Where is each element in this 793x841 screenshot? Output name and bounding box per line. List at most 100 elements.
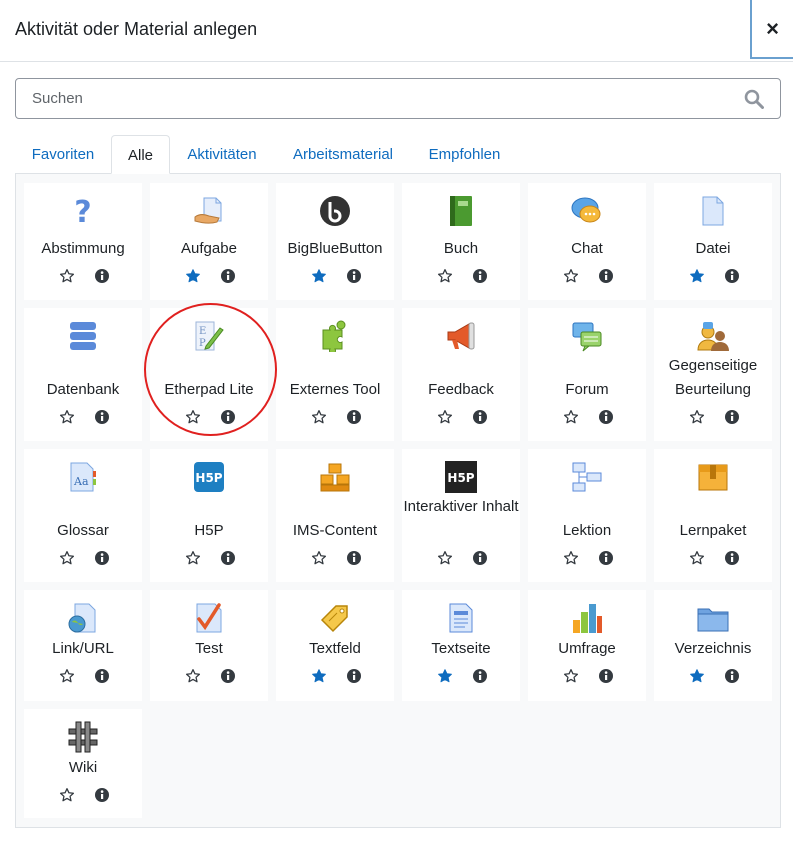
star-outline-icon[interactable]	[689, 550, 705, 566]
star-outline-icon[interactable]	[59, 268, 75, 284]
module-card-forum[interactable]: Forum	[528, 308, 646, 441]
tab-alle[interactable]: Alle	[111, 135, 170, 174]
tab-aktivitaeten[interactable]: Aktivitäten	[172, 135, 272, 174]
module-card-verzeichnis[interactable]: Verzeichnis	[654, 590, 772, 701]
info-icon[interactable]	[598, 668, 614, 684]
workshop-icon	[697, 320, 729, 352]
module-card-ims-content[interactable]: IMS-Content	[276, 449, 394, 582]
star-filled-icon[interactable]	[311, 668, 327, 684]
star-outline-icon[interactable]	[185, 409, 201, 425]
info-icon[interactable]	[472, 550, 488, 566]
star-filled-icon[interactable]	[689, 668, 705, 684]
info-icon[interactable]	[346, 550, 362, 566]
module-label: Buch	[443, 240, 479, 257]
tab-empfohlen[interactable]: Empfohlen	[414, 135, 515, 174]
star-outline-icon[interactable]	[563, 268, 579, 284]
info-icon[interactable]	[724, 409, 740, 425]
info-icon[interactable]	[220, 409, 236, 425]
module-card-aufgabe[interactable]: Aufgabe	[150, 183, 268, 300]
module-label: Textseite	[431, 640, 491, 657]
module-card-gegenseitige-beurteilung[interactable]: Gegenseitige Beurteilung	[654, 308, 772, 441]
close-button[interactable]: ×	[750, 0, 793, 59]
module-label: Textfeld	[309, 640, 361, 657]
module-card-etherpad-lite[interactable]: E P Etherpad Lite	[150, 308, 268, 441]
info-icon[interactable]	[472, 268, 488, 284]
module-label: Datenbank	[46, 381, 120, 398]
quiz-icon	[193, 602, 225, 634]
info-icon[interactable]	[94, 409, 110, 425]
tab-arbeitsmaterial[interactable]: Arbeitsmaterial	[272, 135, 414, 174]
module-card-abstimmung[interactable]: ? Abstimmung	[24, 183, 142, 300]
module-card-link-url[interactable]: Link/URL	[24, 590, 142, 701]
book-icon	[445, 195, 477, 227]
star-outline-icon[interactable]	[185, 668, 201, 684]
svg-text:?: ?	[74, 195, 91, 227]
info-icon[interactable]	[346, 409, 362, 425]
star-outline-icon[interactable]	[311, 409, 327, 425]
module-card-lernpaket[interactable]: Lernpaket	[654, 449, 772, 582]
module-card-buch[interactable]: Buch	[402, 183, 520, 300]
module-card-lektion[interactable]: Lektion	[528, 449, 646, 582]
info-icon[interactable]	[94, 268, 110, 284]
star-outline-icon[interactable]	[437, 550, 453, 566]
info-icon[interactable]	[724, 550, 740, 566]
info-icon[interactable]	[220, 668, 236, 684]
assignment-icon	[193, 195, 225, 227]
module-card-textfeld[interactable]: Textfeld	[276, 590, 394, 701]
star-outline-icon[interactable]	[185, 550, 201, 566]
star-outline-icon[interactable]	[437, 409, 453, 425]
star-outline-icon[interactable]	[59, 409, 75, 425]
info-icon[interactable]	[724, 668, 740, 684]
star-outline-icon[interactable]	[689, 409, 705, 425]
star-filled-icon[interactable]	[311, 268, 327, 284]
svg-text:Aa: Aa	[73, 475, 89, 488]
module-card-interaktiver-inhalt[interactable]: H5P Interaktiver Inhalt	[402, 449, 520, 582]
star-outline-icon[interactable]	[59, 668, 75, 684]
star-outline-icon[interactable]	[563, 550, 579, 566]
star-filled-icon[interactable]	[437, 668, 453, 684]
star-filled-icon[interactable]	[185, 268, 201, 284]
module-label: Gegenseitige Beurteilung	[668, 357, 758, 398]
info-icon[interactable]	[472, 668, 488, 684]
info-icon[interactable]	[598, 409, 614, 425]
star-outline-icon[interactable]	[311, 550, 327, 566]
module-card-bigbluebutton[interactable]: BigBlueButton	[276, 183, 394, 300]
module-card-glossar[interactable]: Aa Glossar	[24, 449, 142, 582]
info-icon[interactable]	[724, 268, 740, 284]
module-card-datei[interactable]: Datei	[654, 183, 772, 300]
h5p-icon: H5P	[193, 461, 225, 493]
info-icon[interactable]	[220, 268, 236, 284]
info-icon[interactable]	[598, 550, 614, 566]
search-input[interactable]	[16, 79, 736, 118]
module-card-test[interactable]: Test	[150, 590, 268, 701]
star-outline-icon[interactable]	[563, 409, 579, 425]
module-card-chat[interactable]: Chat	[528, 183, 646, 300]
info-icon[interactable]	[94, 668, 110, 684]
star-outline-icon[interactable]	[59, 550, 75, 566]
info-icon[interactable]	[346, 668, 362, 684]
star-outline-icon[interactable]	[437, 268, 453, 284]
module-card-wiki[interactable]: Wiki	[24, 709, 142, 818]
module-card-h5p[interactable]: H5P H5P	[150, 449, 268, 582]
tab-favoriten[interactable]: Favoriten	[15, 135, 111, 174]
info-icon[interactable]	[220, 550, 236, 566]
star-filled-icon[interactable]	[689, 268, 705, 284]
module-card-externes-tool[interactable]: Externes Tool	[276, 308, 394, 441]
star-outline-icon[interactable]	[563, 668, 579, 684]
module-card-umfrage[interactable]: Umfrage	[528, 590, 646, 701]
info-icon[interactable]	[94, 787, 110, 803]
survey-chart-icon	[571, 602, 603, 634]
info-icon[interactable]	[94, 550, 110, 566]
module-label: Chat	[571, 240, 603, 257]
info-icon[interactable]	[346, 268, 362, 284]
search-icon[interactable]	[744, 89, 764, 109]
module-grid: ? Abstimmung Aufgabe BigBlueButton Buch Chat D…	[15, 173, 781, 828]
module-label: Abstimmung	[41, 240, 125, 257]
module-card-feedback[interactable]: Feedback	[402, 308, 520, 441]
info-icon[interactable]	[472, 409, 488, 425]
star-outline-icon[interactable]	[59, 787, 75, 803]
module-card-datenbank[interactable]: Datenbank	[24, 308, 142, 441]
module-label: Lernpaket	[679, 522, 747, 539]
info-icon[interactable]	[598, 268, 614, 284]
module-card-textseite[interactable]: Textseite	[402, 590, 520, 701]
